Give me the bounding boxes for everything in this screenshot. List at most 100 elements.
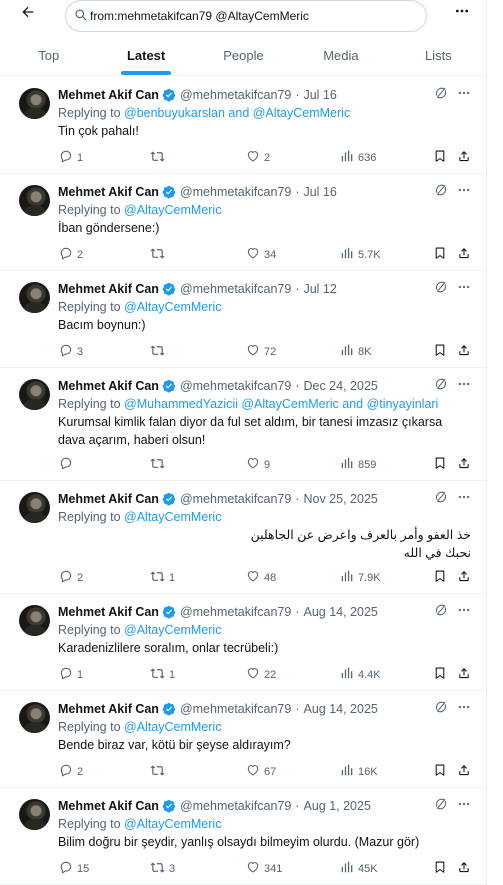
tweet-date[interactable]: Aug 1, 2025 <box>303 799 370 813</box>
more-icon[interactable] <box>457 490 471 504</box>
tab-lists[interactable]: Lists <box>390 36 486 75</box>
author-handle[interactable]: @mehmetakifcan79 <box>180 379 291 393</box>
grok-icon[interactable] <box>434 280 448 294</box>
tab-people[interactable]: People <box>195 36 292 75</box>
author-name[interactable]: Mehmet Akif Can <box>58 799 159 813</box>
author-handle[interactable]: @mehmetakifcan79 <box>180 492 291 506</box>
repost-button[interactable] <box>150 149 165 167</box>
more-options-button[interactable] <box>449 2 475 24</box>
replying-to-mentions[interactable]: @AltayCemMeric <box>124 623 221 637</box>
replying-to-mentions[interactable]: @AltayCemMeric <box>124 203 221 217</box>
share-button[interactable] <box>457 666 471 683</box>
author-handle[interactable]: @mehmetakifcan79 <box>180 799 291 813</box>
grok-icon[interactable] <box>434 183 448 197</box>
author-name[interactable]: Mehmet Akif Can <box>58 185 159 199</box>
share-button[interactable] <box>457 569 471 586</box>
like-button[interactable]: 341 <box>246 860 282 877</box>
replying-to-mentions[interactable]: @AltayCemMeric <box>124 300 221 314</box>
author-handle[interactable]: @mehmetakifcan79 <box>180 88 291 102</box>
more-icon[interactable] <box>457 86 471 100</box>
bookmark-button[interactable] <box>433 149 447 166</box>
tweet[interactable]: Mehmet Akif Can @mehmetakifcan79 · Aug 1, 2… <box>0 788 486 885</box>
like-button[interactable]: 72 <box>246 343 276 360</box>
share-button[interactable] <box>457 343 471 360</box>
share-button[interactable] <box>457 149 471 166</box>
share-button[interactable] <box>457 860 471 877</box>
like-button[interactable]: 48 <box>246 569 276 586</box>
reply-button[interactable]: 2 <box>59 569 83 586</box>
tweet[interactable]: Mehmet Akif Can @mehmetakifcan79 · Dec 24, … <box>0 368 486 481</box>
repost-button[interactable]: 1 <box>150 666 175 684</box>
repost-button[interactable] <box>150 246 165 264</box>
replying-to-mentions[interactable]: @benbuyukarslan and @AltayCemMeric <box>124 106 350 120</box>
bookmark-button[interactable] <box>433 246 447 263</box>
more-icon[interactable] <box>457 797 471 811</box>
like-button[interactable]: 22 <box>246 666 276 683</box>
bookmark-button[interactable] <box>433 456 447 473</box>
repost-button[interactable] <box>150 763 165 781</box>
author-name[interactable]: Mehmet Akif Can <box>58 379 159 393</box>
like-button[interactable]: 34 <box>246 246 276 263</box>
bookmark-button[interactable] <box>433 569 447 586</box>
reply-button[interactable] <box>59 456 73 473</box>
search-box[interactable] <box>65 0 427 32</box>
tab-top[interactable]: Top <box>0 36 97 75</box>
author-handle[interactable]: @mehmetakifcan79 <box>180 282 291 296</box>
tweet-date[interactable]: Jul 12 <box>303 282 336 296</box>
like-button[interactable]: 67 <box>246 763 276 780</box>
tweet[interactable]: Mehmet Akif Can @mehmetakifcan79 · Jul 16 Re… <box>0 77 486 174</box>
tab-media[interactable]: Media <box>292 36 389 75</box>
author-name[interactable]: Mehmet Akif Can <box>58 282 159 296</box>
repost-button[interactable]: 3 <box>150 860 175 878</box>
views-button[interactable]: 7.9K <box>340 569 381 586</box>
bookmark-button[interactable] <box>433 860 447 877</box>
grok-icon[interactable] <box>434 490 448 504</box>
bookmark-button[interactable] <box>433 666 447 683</box>
search-input[interactable] <box>90 6 410 26</box>
bookmark-button[interactable] <box>433 343 447 360</box>
more-icon[interactable] <box>457 280 471 294</box>
reply-button[interactable]: 2 <box>59 246 83 263</box>
avatar[interactable] <box>19 282 50 313</box>
views-button[interactable]: 5.7K <box>340 246 381 263</box>
reply-button[interactable]: 1 <box>59 149 83 166</box>
replying-to-mentions[interactable]: @AltayCemMeric <box>124 817 221 831</box>
reply-button[interactable]: 1 <box>59 666 83 683</box>
repost-button[interactable] <box>150 456 165 474</box>
tweet[interactable]: Mehmet Akif Can @mehmetakifcan79 · Jul 16 Re… <box>0 174 486 271</box>
grok-icon[interactable] <box>434 797 448 811</box>
avatar[interactable] <box>19 605 50 636</box>
more-icon[interactable] <box>457 603 471 617</box>
avatar[interactable] <box>19 702 50 733</box>
author-name[interactable]: Mehmet Akif Can <box>58 492 159 506</box>
author-name[interactable]: Mehmet Akif Can <box>58 88 159 102</box>
grok-icon[interactable] <box>434 86 448 100</box>
like-button[interactable]: 2 <box>246 149 270 166</box>
views-button[interactable]: 636 <box>340 149 376 166</box>
repost-button[interactable] <box>150 343 165 361</box>
tweet-date[interactable]: Aug 14, 2025 <box>303 702 377 716</box>
avatar[interactable] <box>19 185 50 216</box>
avatar[interactable] <box>19 88 50 119</box>
tweet-date[interactable]: Aug 14, 2025 <box>303 605 377 619</box>
author-handle[interactable]: @mehmetakifcan79 <box>180 702 291 716</box>
back-button[interactable] <box>13 2 43 26</box>
share-button[interactable] <box>457 246 471 263</box>
bookmark-button[interactable] <box>433 763 447 780</box>
tweet[interactable]: Mehmet Akif Can @mehmetakifcan79 · Jul 12 Re… <box>0 271 486 368</box>
author-handle[interactable]: @mehmetakifcan79 <box>180 605 291 619</box>
avatar[interactable] <box>19 799 50 830</box>
grok-icon[interactable] <box>434 377 448 391</box>
tweet[interactable]: Mehmet Akif Can @mehmetakifcan79 · Nov 25, … <box>0 481 486 594</box>
views-button[interactable]: 4.4K <box>340 666 381 683</box>
views-button[interactable]: 859 <box>340 456 376 473</box>
replying-to-mentions[interactable]: @AltayCemMeric <box>124 510 221 524</box>
tweet-date[interactable]: Nov 25, 2025 <box>303 492 377 506</box>
tweet[interactable]: Mehmet Akif Can @mehmetakifcan79 · Aug 14, … <box>0 691 486 788</box>
more-icon[interactable] <box>457 377 471 391</box>
tweet-date[interactable]: Dec 24, 2025 <box>303 379 377 393</box>
reply-button[interactable]: 2 <box>59 763 83 780</box>
grok-icon[interactable] <box>434 700 448 714</box>
more-icon[interactable] <box>457 183 471 197</box>
avatar[interactable] <box>19 379 50 410</box>
